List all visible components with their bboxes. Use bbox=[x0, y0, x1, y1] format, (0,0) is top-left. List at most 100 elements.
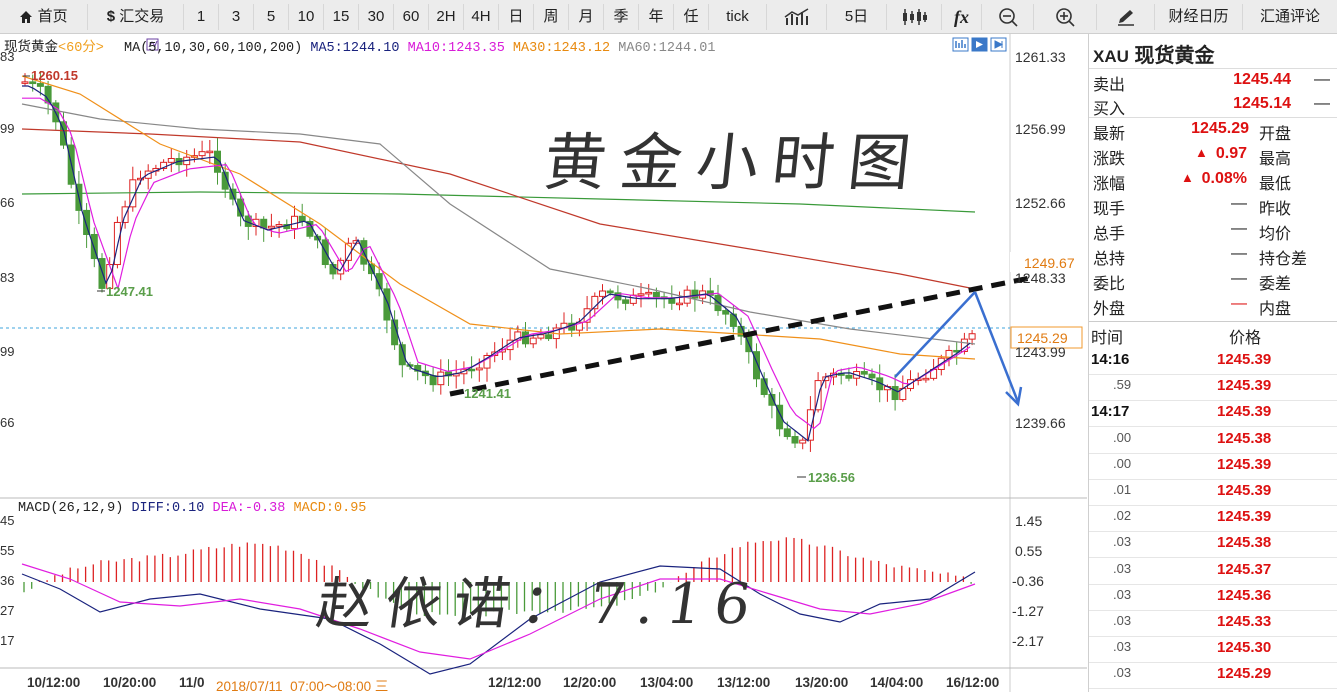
candle-body bbox=[206, 150, 214, 154]
period-4h[interactable]: 4H bbox=[464, 4, 499, 30]
tick-row: .03 1245.36 bbox=[1089, 584, 1337, 611]
quote-name: 现货黄金 bbox=[1134, 45, 1215, 67]
overlay-title: 黄金小时图 bbox=[540, 126, 929, 199]
price-tag-top: 1249.67 bbox=[1024, 255, 1075, 271]
divider bbox=[1089, 68, 1337, 69]
formula-button[interactable]: fx bbox=[942, 4, 982, 30]
tick-row: 14:16 1245.39 bbox=[1089, 348, 1337, 375]
tick-price: 1245.39 bbox=[1217, 508, 1272, 526]
total-dash: — bbox=[1231, 220, 1247, 237]
candle-body bbox=[260, 218, 268, 229]
price-tag-current: 1245.29 bbox=[1017, 330, 1068, 346]
overlay-signature: 赵依诺：7.16 bbox=[312, 572, 767, 637]
candle-body bbox=[637, 293, 645, 296]
sell-row: 卖出 1245.44 — bbox=[1089, 71, 1337, 96]
tick-time: .03 bbox=[1113, 613, 1132, 628]
five-day-button[interactable]: 5日 bbox=[827, 4, 887, 30]
ma-params: MA(5,10,30,60,100,200) bbox=[124, 41, 303, 56]
period-tick[interactable]: tick bbox=[709, 4, 767, 30]
inner-label: 内盘 bbox=[1259, 301, 1292, 318]
tick-row: .02 1245.39 bbox=[1089, 505, 1337, 533]
home-icon bbox=[20, 11, 33, 24]
period-5[interactable]: 5 bbox=[254, 4, 289, 30]
macd-left-label: 45 bbox=[0, 513, 15, 528]
home-button[interactable]: 首页 bbox=[0, 4, 88, 30]
period-week[interactable]: 周 bbox=[534, 4, 569, 30]
candle-body bbox=[167, 158, 175, 163]
candle-type-button[interactable] bbox=[887, 4, 942, 30]
price-header: 价格 bbox=[1229, 330, 1262, 347]
candle-body bbox=[676, 302, 683, 306]
tick-price: 1245.39 bbox=[1217, 403, 1272, 421]
candle-body bbox=[760, 378, 768, 395]
tick-row: .03 1245.30 bbox=[1089, 636, 1337, 664]
pct-value: 0.08% bbox=[1201, 170, 1247, 187]
chart-area[interactable]: 现货黄金<60分> MA(5,10,30,60,100,200) MA5:124… bbox=[0, 34, 1087, 694]
open-label: 开盘 bbox=[1259, 126, 1292, 143]
outer-label: 外盘 bbox=[1093, 301, 1126, 318]
candle-body bbox=[298, 215, 306, 222]
pen-icon bbox=[1117, 10, 1134, 26]
last-price: 1245.29 bbox=[1191, 120, 1249, 137]
tick-time: .03 bbox=[1113, 586, 1132, 602]
period-2h[interactable]: 2H bbox=[429, 4, 464, 30]
ma30-value: MA30:1243.12 bbox=[512, 41, 611, 56]
macd-dea: DEA:-0.38 bbox=[212, 501, 286, 516]
annotation-low1: 1247.41 bbox=[106, 284, 153, 299]
candle-body bbox=[599, 290, 606, 297]
sell-dash: — bbox=[1314, 71, 1330, 88]
period-60[interactable]: 60 bbox=[394, 4, 429, 30]
calendar-button[interactable]: 财经日历 bbox=[1155, 4, 1243, 30]
time-label: 12/12:00 bbox=[488, 675, 542, 690]
period-30[interactable]: 30 bbox=[359, 4, 394, 30]
price-label: 1261.33 bbox=[1015, 49, 1066, 65]
last-row: 最新 1245.29 开盘 bbox=[1089, 120, 1337, 145]
period-1[interactable]: 1 bbox=[184, 4, 219, 30]
period-15[interactable]: 15 bbox=[324, 4, 359, 30]
commentary-button[interactable]: 汇通评论 bbox=[1243, 4, 1337, 30]
up-arrow-icon: ▲ bbox=[1181, 170, 1194, 185]
candle-body bbox=[98, 258, 106, 289]
period-month[interactable]: 月 bbox=[569, 4, 604, 30]
zoom-in-button[interactable] bbox=[1034, 4, 1097, 30]
candle-body bbox=[691, 289, 699, 299]
candlestick-icon bbox=[903, 9, 927, 26]
zoom-out-button[interactable] bbox=[982, 4, 1034, 30]
toolbar: 首页 $ 汇交易 1 3 5 10 15 30 60 2H 4H 日 周 月 季… bbox=[0, 0, 1337, 34]
candle-body bbox=[383, 288, 391, 321]
tick-time: .03 bbox=[1113, 560, 1132, 576]
tick-row: .03 1245.29 bbox=[1089, 662, 1337, 690]
divider bbox=[1089, 117, 1337, 118]
period-day[interactable]: 日 bbox=[499, 4, 534, 30]
tick-price: 1245.39 bbox=[1217, 455, 1272, 473]
candle-body bbox=[799, 439, 807, 444]
tick-time: .01 bbox=[1113, 482, 1132, 497]
tick-price: 1245.37 bbox=[1217, 560, 1272, 578]
candle-body bbox=[606, 290, 614, 294]
candle-body bbox=[722, 310, 730, 315]
home-label: 首页 bbox=[37, 8, 68, 25]
tick-time: 14:16 bbox=[1091, 351, 1130, 368]
draw-button[interactable] bbox=[1097, 4, 1155, 30]
candle-body bbox=[645, 291, 653, 295]
chart-header: 现货黄金<60分> MA(5,10,30,60,100,200) MA5:124… bbox=[4, 35, 715, 56]
bar-chart-icon bbox=[784, 8, 808, 26]
chart-type-button[interactable] bbox=[767, 4, 827, 30]
candle-body bbox=[529, 337, 537, 345]
macd-axis-label: -1.27 bbox=[1012, 603, 1044, 619]
candle-body bbox=[21, 81, 29, 84]
macd-left-label: 27 bbox=[0, 603, 15, 618]
period-3[interactable]: 3 bbox=[219, 4, 254, 30]
forex-button[interactable]: $ 汇交易 bbox=[88, 4, 184, 30]
period-custom[interactable]: 任 bbox=[674, 4, 709, 30]
period-10[interactable]: 10 bbox=[289, 4, 324, 30]
period-quarter[interactable]: 季 bbox=[604, 4, 639, 30]
price-label: 1248.33 bbox=[1015, 270, 1066, 286]
time-label: 13/12:00 bbox=[717, 675, 771, 690]
tick-row: .00 1245.38 bbox=[1089, 427, 1337, 454]
candle-body bbox=[845, 374, 853, 379]
period-label: <60分> bbox=[58, 41, 104, 56]
price-label: 1239.66 bbox=[1015, 415, 1066, 431]
period-year[interactable]: 年 bbox=[639, 4, 674, 30]
zoom-out-icon bbox=[998, 8, 1018, 27]
